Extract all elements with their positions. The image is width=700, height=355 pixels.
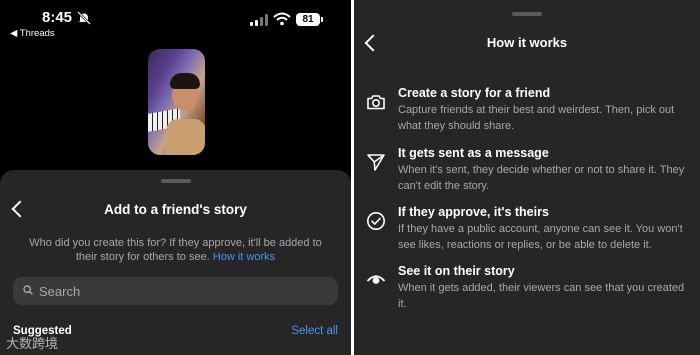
sheet-description: Who did you create this for? If they app… [18, 236, 333, 264]
step-title: If they approve, it's theirs [398, 205, 549, 219]
check-circle-icon [367, 212, 385, 230]
step-description: Capture friends at their best and weirde… [398, 104, 675, 132]
send-icon [367, 154, 385, 171]
add-to-story-screen: 8:45 ◀ Threads 81 Add to a friend's stor… [0, 0, 351, 355]
signal-icon [250, 14, 268, 26]
camera-icon [367, 95, 385, 110]
preview-hair [170, 73, 200, 89]
search-icon [23, 285, 33, 295]
how-it-works-screen: How it works Create a story for a friend… [354, 0, 700, 355]
how-it-works-title: How it works [486, 35, 568, 50]
eye-icon [366, 275, 386, 284]
select-all-button[interactable]: Select all [291, 325, 338, 337]
sheet-drag-handle[interactable] [161, 179, 191, 183]
battery-tip [321, 17, 323, 22]
preview-shirt [166, 119, 205, 155]
step-title: See it on their story [398, 264, 515, 278]
step-description: When it gets added, their viewers can se… [398, 282, 685, 310]
step-description: If they have a public account, anyone ca… [398, 223, 683, 251]
back-to-threads-link[interactable]: ◀ Threads [10, 28, 55, 39]
sheet-drag-handle[interactable] [512, 12, 542, 16]
battery-indicator: 81 [296, 13, 320, 26]
step-title: It gets sent as a message [398, 146, 549, 160]
story-preview-thumbnail [148, 49, 205, 155]
watermark-text: 大数跨境 [6, 336, 59, 351]
step-title: Create a story for a friend [398, 86, 551, 100]
friend-story-sheet: Add to a friend's story Who did you crea… [0, 170, 351, 355]
muted-bell-icon [77, 11, 91, 25]
search-bar[interactable] [13, 277, 338, 305]
sheet-description-text: Who did you create this for? If they app… [29, 237, 322, 263]
status-time: 8:45 [42, 9, 73, 26]
sheet-title: Add to a friend's story [104, 202, 247, 217]
step-description: When it's sent, they decide whether or n… [398, 164, 685, 192]
wifi-icon [273, 12, 291, 26]
how-it-works-link[interactable]: How it works [213, 251, 275, 263]
search-input[interactable] [39, 283, 319, 299]
